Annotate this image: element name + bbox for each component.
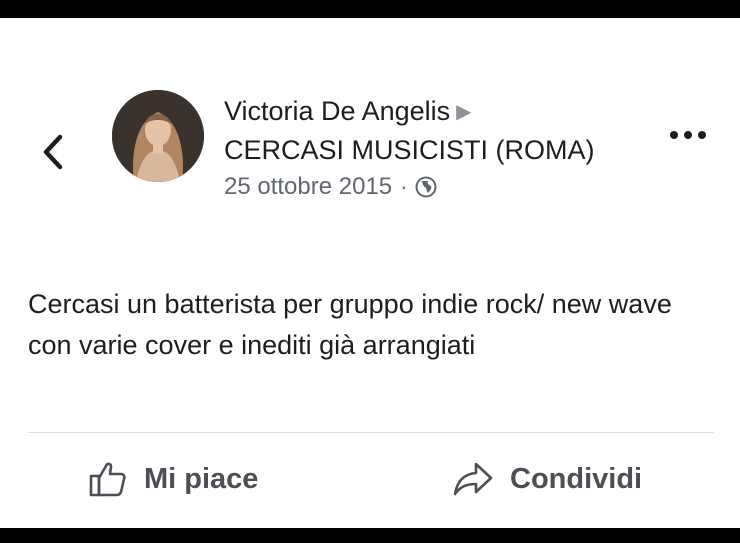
post-screen: Victoria De Angelis ▶ CERCASI MUSICISTI (… (0, 18, 740, 528)
author-avatar[interactable] (112, 90, 204, 182)
thumbs-up-icon (89, 462, 126, 497)
share-label: Condividi (510, 462, 643, 495)
divider (28, 432, 714, 433)
back-button[interactable] (38, 130, 68, 174)
globe-icon (415, 176, 437, 198)
share-button[interactable]: Condividi (452, 456, 642, 502)
post-body: Cercasi un batterista per gruppo indie r… (28, 289, 672, 360)
more-options-icon (670, 131, 706, 139)
chevron-left-icon (43, 134, 63, 170)
like-label: Mi piace (144, 462, 259, 495)
post-date[interactable]: 25 ottobre 2015 (224, 173, 392, 201)
group-name[interactable]: CERCASI MUSICISTI (ROMA) (224, 131, 644, 169)
share-arrow-icon (453, 462, 493, 496)
meta-separator: · (400, 174, 408, 199)
author-line: Victoria De Angelis ▶ CERCASI MUSICISTI (… (224, 92, 644, 169)
post-meta: 25 ottobre 2015 · (224, 173, 644, 201)
avatar-photo (112, 90, 204, 182)
more-options-button[interactable] (664, 120, 712, 150)
like-button[interactable]: Mi piace (88, 456, 258, 502)
triangle-right-icon: ▶ (456, 101, 472, 123)
author-name[interactable]: Victoria De Angelis (224, 96, 450, 126)
post-header: Victoria De Angelis ▶ CERCASI MUSICISTI (… (224, 92, 644, 201)
